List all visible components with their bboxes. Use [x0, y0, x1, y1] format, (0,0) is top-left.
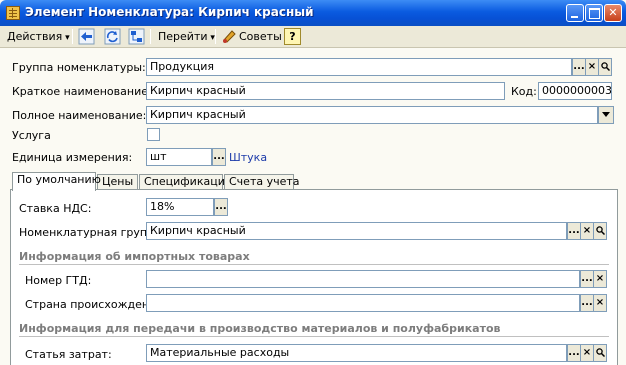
nom-group-open-button[interactable] [593, 222, 607, 240]
section-divider [19, 264, 609, 265]
code-input[interactable]: 00000000037 [538, 82, 612, 100]
country-select-button[interactable]: ... [580, 294, 594, 312]
goto-menu-label: Перейти [158, 30, 208, 43]
gtd-clear-button[interactable]: × [593, 270, 607, 288]
country-input[interactable] [146, 294, 580, 312]
tab-accounts[interactable]: Счета учета [224, 174, 300, 190]
refresh-icon[interactable] [104, 28, 121, 45]
gtd-label: Номер ГТД: [25, 274, 92, 287]
group-label: Группа номенклатуры: [12, 61, 146, 74]
nom-group-clear-button[interactable]: × [580, 222, 594, 240]
back-arrow-icon[interactable] [78, 28, 95, 45]
nom-group-input[interactable]: Кирпич красный [146, 222, 567, 240]
search-icon [595, 348, 605, 358]
help-icon: ? [289, 30, 296, 43]
tab-default[interactable]: По умолчанию [12, 172, 101, 191]
search-icon [595, 226, 605, 236]
cost-item-clear-button[interactable]: × [580, 344, 594, 362]
toolbar: Действия Перейти Советы ? [0, 26, 626, 48]
toolbar-separator [215, 29, 216, 44]
title-bar: Элемент Номенклатура: Кирпич красный ✕ [0, 0, 626, 26]
goto-menu-button[interactable]: Перейти [155, 27, 218, 46]
service-label: Услуга [12, 129, 51, 142]
toolbar-separator [150, 29, 151, 44]
maximize-button[interactable] [585, 4, 603, 22]
vat-input[interactable]: 18% [146, 198, 214, 216]
nom-group-label: Номенклатурная группа: [19, 226, 165, 239]
unit-full-name-link[interactable]: Штука [229, 151, 267, 164]
service-checkbox[interactable] [147, 128, 160, 141]
structure-icon[interactable] [128, 28, 145, 45]
nom-group-select-button[interactable]: ... [567, 222, 581, 240]
close-window-button[interactable]: ✕ [604, 4, 622, 22]
full-name-label: Полное наименование: [12, 109, 147, 122]
tips-label: Советы [239, 30, 282, 43]
group-input[interactable]: Продукция [146, 58, 572, 76]
section-divider [19, 336, 609, 337]
chevron-down-icon [602, 112, 610, 117]
form-area: Группа номенклатуры: Продукция ... × Кра… [0, 49, 626, 365]
toolbar-separator [72, 29, 73, 44]
country-clear-button[interactable]: × [593, 294, 607, 312]
actions-menu-button[interactable]: Действия [4, 27, 73, 46]
unit-select-button[interactable]: ... [212, 148, 226, 166]
minimize-button[interactable] [566, 4, 584, 22]
cost-item-select-button[interactable]: ... [567, 344, 581, 362]
vat-select-button[interactable]: ... [214, 198, 228, 216]
tab-specifications[interactable]: Спецификации [139, 174, 232, 190]
actions-menu-label: Действия [7, 30, 63, 43]
unit-label: Единица измерения: [12, 151, 133, 164]
tab-prices[interactable]: Цены [97, 174, 138, 190]
tips-icon [223, 30, 236, 43]
full-name-dropdown-button[interactable] [598, 106, 614, 124]
group-open-button[interactable] [598, 58, 612, 76]
import-section-title: Информация об импортных товарах [19, 250, 250, 263]
search-icon [600, 62, 610, 72]
cost-item-open-button[interactable] [593, 344, 607, 362]
unit-input[interactable]: шт [146, 148, 212, 166]
short-name-label: Краткое наименование: [12, 85, 152, 98]
code-label: Код: [511, 85, 537, 98]
window-title: Элемент Номенклатура: Кирпич красный [25, 5, 314, 19]
tab-panel-default: Ставка НДС: 18% ... Номенклатурная групп… [10, 189, 618, 365]
help-button[interactable]: ? [284, 28, 301, 45]
cost-item-input[interactable]: Материальные расходы [146, 344, 567, 362]
short-name-input[interactable]: Кирпич красный [146, 82, 505, 100]
production-section-title: Информация для передачи в производство м… [19, 322, 501, 335]
gtd-select-button[interactable]: ... [580, 270, 594, 288]
group-select-button[interactable]: ... [572, 58, 586, 76]
vat-label: Ставка НДС: [19, 202, 92, 215]
group-clear-button[interactable]: × [585, 58, 599, 76]
cost-item-label: Статья затрат: [25, 348, 112, 361]
gtd-input[interactable] [146, 270, 580, 288]
tips-button[interactable]: Советы [219, 27, 285, 46]
app-icon [6, 6, 20, 20]
full-name-input[interactable]: Кирпич красный [146, 106, 598, 124]
